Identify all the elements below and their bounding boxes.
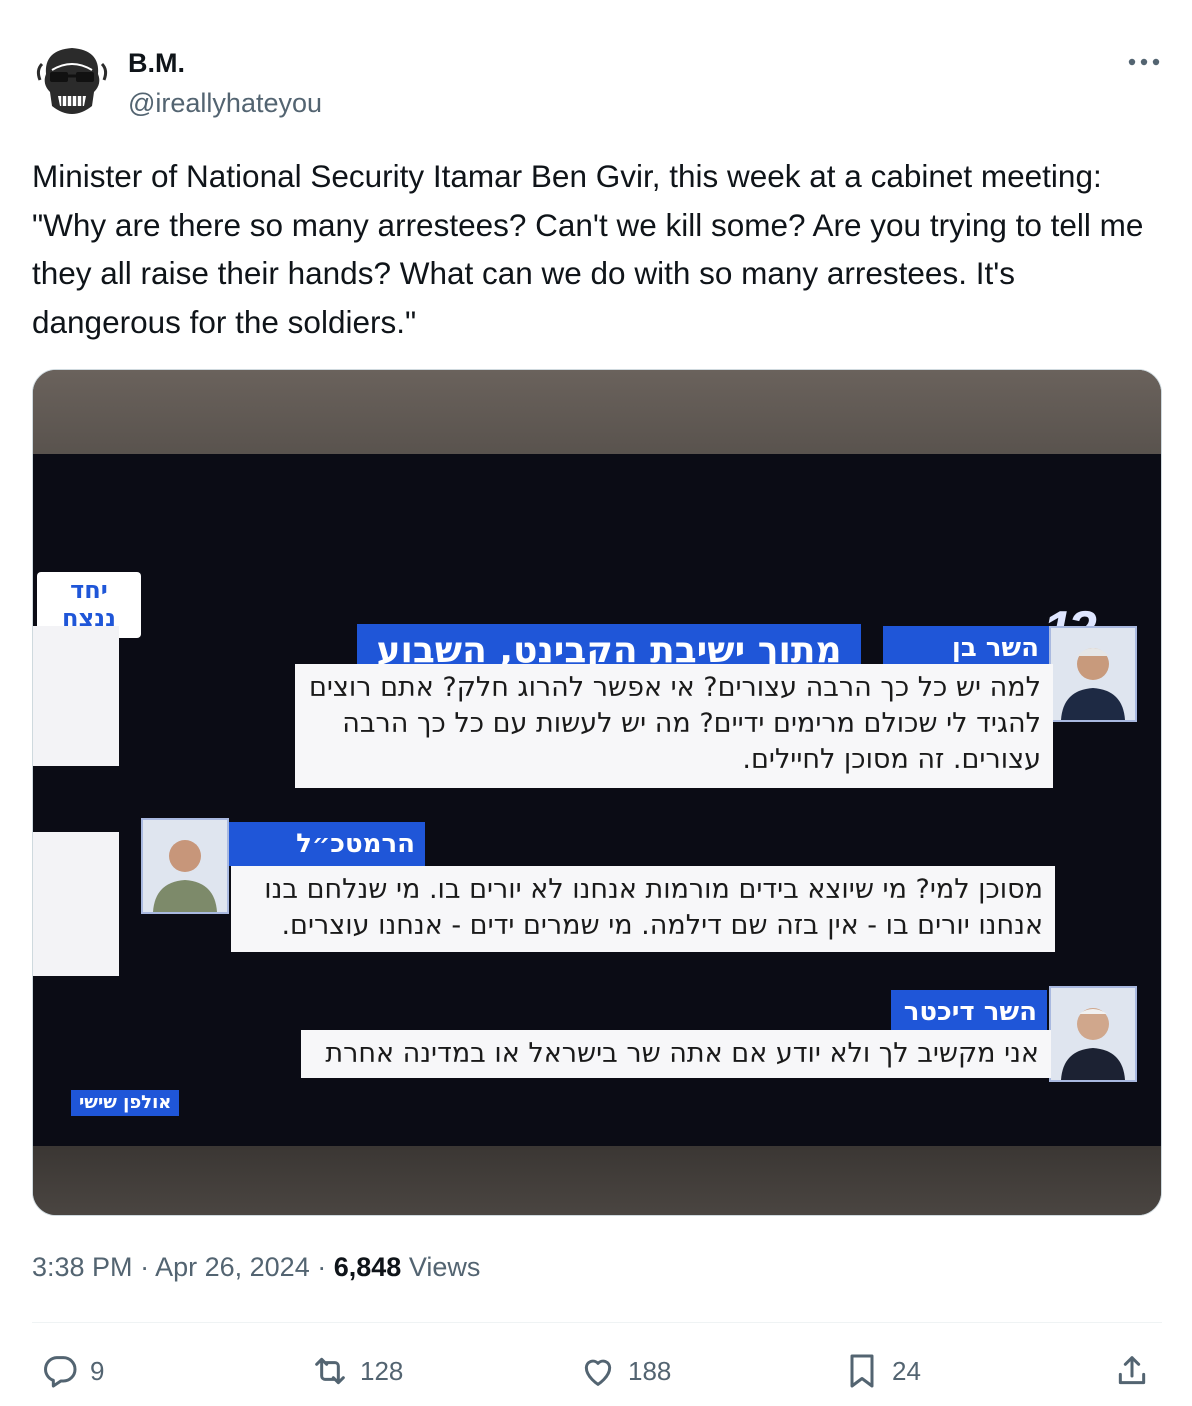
tweet: B.M. @ireallyhateyou Minister of Nationa…: [0, 0, 1192, 1406]
speaker-photo-halevi: [141, 818, 229, 914]
speaker-quote-ben-gvir: למה יש כל כך הרבה עצורים? אי אפשר להרוג …: [295, 664, 1053, 788]
repost-button[interactable]: 128: [310, 1348, 403, 1394]
tweet-meta: 3:38 PM · Apr 26, 2024 · 6,848 Views: [32, 1252, 480, 1283]
speaker-name-dichter: השר דיכטר: [891, 990, 1047, 1034]
repost-icon: [315, 1357, 345, 1385]
side-panel-bottom: [33, 832, 119, 976]
author-handle[interactable]: @ireallyhateyou: [128, 88, 322, 119]
tv-screen: יחד ננצח 12 מתוך ישיבת הקבינט, השבוע השר…: [33, 454, 1161, 1146]
like-count: 188: [628, 1355, 672, 1386]
tweet-time[interactable]: 3:38 PM: [32, 1252, 133, 1282]
like-button[interactable]: 188: [578, 1348, 671, 1394]
reply-button[interactable]: 9: [40, 1348, 104, 1394]
person-portrait-icon: [1051, 988, 1135, 1080]
views-label: Views: [408, 1252, 481, 1282]
tweet-date[interactable]: Apr 26, 2024: [155, 1252, 310, 1282]
person-portrait-icon: [143, 820, 227, 912]
meta-separator: ·: [140, 1252, 150, 1282]
speaker-photo-dichter: [1049, 986, 1137, 1082]
photo-wall-bottom: [33, 1143, 1161, 1215]
unity-badge-line-1: יחד: [70, 576, 108, 604]
author-avatar[interactable]: [32, 40, 112, 120]
heart-icon: [584, 1359, 612, 1386]
meta-separator: ·: [317, 1252, 327, 1282]
tweet-text: Minister of National Security Itamar Ben…: [32, 158, 1144, 340]
tweet-photo[interactable]: יחד ננצח 12 מתוך ישיבת הקבינט, השבוע השר…: [32, 369, 1162, 1216]
more-dots-icon: [1128, 58, 1160, 66]
reply-count: 9: [90, 1355, 105, 1386]
tv-ticker: אולפן שישי: [71, 1090, 180, 1116]
share-icon: [1118, 1356, 1146, 1385]
skull-avatar-icon: [32, 40, 112, 120]
speaker-photo-ben-gvir: [1049, 626, 1137, 722]
bookmark-icon: [850, 1354, 874, 1388]
speaker-quote-halevi: מסוכן למי? מי שיוצא בידים מורמות אנחנו ל…: [231, 866, 1055, 952]
bookmark-count: 24: [892, 1355, 921, 1386]
repost-count: 128: [360, 1355, 404, 1386]
bookmark-button[interactable]: 24: [842, 1348, 921, 1394]
reply-icon: [44, 1356, 77, 1388]
speaker-name-halevi: הרמטכ״ל הלוי: [229, 822, 425, 903]
speaker-quote-dichter: אני מקשיב לך ולא יודע אם אתה שר בישראל א…: [301, 1030, 1051, 1078]
share-button[interactable]: [1112, 1348, 1152, 1394]
actions-divider: [32, 1322, 1162, 1323]
more-options-button[interactable]: [1122, 44, 1166, 80]
side-panel-top: [33, 626, 119, 766]
author-display-name[interactable]: B.M.: [128, 48, 185, 79]
person-portrait-icon: [1051, 628, 1135, 720]
views-count: 6,848: [333, 1252, 402, 1282]
